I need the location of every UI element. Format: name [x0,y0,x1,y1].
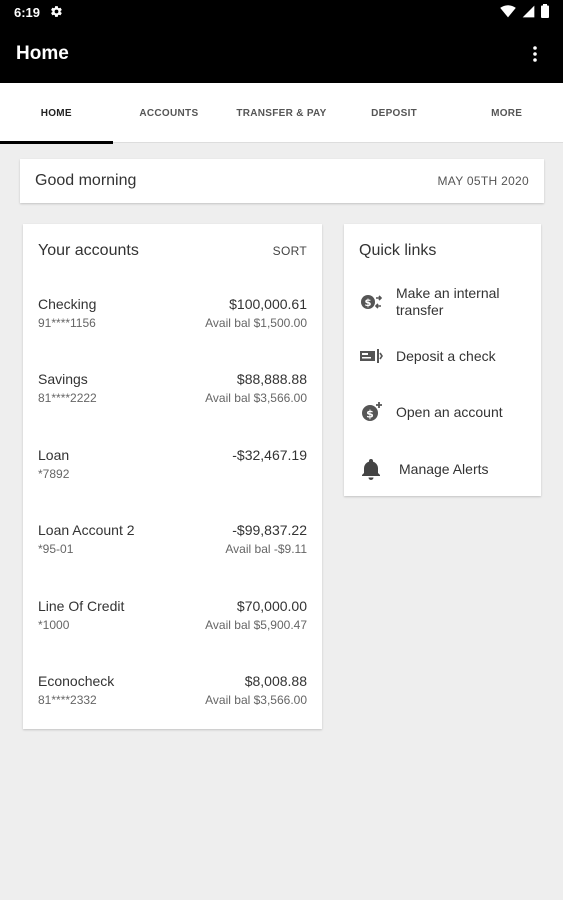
tab-label: MORE [491,107,523,119]
greeting-card: Good morning MAY 05TH 2020 [20,159,544,203]
svg-text:$: $ [365,298,372,309]
account-number: *95-01 [38,542,74,556]
quick-link-label: Deposit a check [396,347,496,364]
app-bar: Home [0,25,563,83]
svg-text:$: $ [366,408,374,421]
account-row-loan-account-2[interactable]: Loan Account 2 *95-01 -$99,837.22 Avail … [38,522,307,562]
tab-bar: HOME ACCOUNTS TRANSFER & PAY DEPOSIT MOR… [0,83,563,144]
account-number: *1000 [38,618,70,632]
accounts-title: Your accounts [38,242,139,259]
overflow-menu-icon[interactable] [523,42,547,66]
account-balance: -$99,837.22 [232,522,307,538]
account-available-balance: Avail bal -$9.11 [225,542,307,556]
quick-link-open-account[interactable]: $ Open an account [358,399,531,425]
quick-link-label: Make an internal transfer [396,285,500,318]
account-available-balance: Avail bal $3,566.00 [205,391,307,405]
tab-more[interactable]: MORE [450,83,563,143]
account-name: Line Of Credit [38,598,125,614]
account-name: Savings [38,371,88,387]
account-number: 81****2222 [38,391,97,405]
settings-gear-icon [50,5,63,21]
account-available-balance: Avail bal $1,500.00 [205,316,307,330]
quick-link-label: Open an account [396,403,503,420]
status-bar: 6:19 [0,0,563,25]
tab-transfer-pay[interactable]: TRANSFER & PAY [225,83,338,143]
bell-icon [358,456,384,482]
tab-label: ACCOUNTS [139,107,199,119]
quick-link-manage-alerts[interactable]: Manage Alerts [358,456,531,482]
quick-links-card: Quick links $ Make an internal transfer … [344,224,541,496]
page-title: Home [16,43,69,64]
account-available-balance: Avail bal $3,566.00 [205,693,307,707]
quick-link-internal-transfer[interactable]: $ Make an internal transfer [358,285,531,319]
account-row-econocheck[interactable]: Econocheck 81****2332 $8,008.88 Avail ba… [38,673,307,713]
greeting-text: Good morning [35,172,137,189]
tab-label: TRANSFER & PAY [236,107,327,119]
account-balance: $100,000.61 [229,296,307,312]
account-balance: $8,008.88 [244,673,307,689]
quick-links-title: Quick links [359,242,437,259]
check-deposit-icon [358,343,384,369]
signal-icon [522,5,535,21]
accounts-card: Your accounts SORT Checking 91****1156 $… [23,224,322,729]
account-row-line-of-credit[interactable]: Line Of Credit *1000 $70,000.00 Avail ba… [38,598,307,638]
tab-accounts[interactable]: ACCOUNTS [113,83,226,143]
wifi-icon [500,4,516,21]
tab-deposit[interactable]: DEPOSIT [338,83,451,143]
account-balance: $88,888.88 [236,371,307,387]
account-row-checking[interactable]: Checking 91****1156 $100,000.61 Avail ba… [38,296,307,336]
tab-home[interactable]: HOME [0,83,113,144]
quick-link-label: Manage Alerts [399,460,489,477]
tab-label: DEPOSIT [371,107,418,119]
account-number: 91****1156 [38,316,96,330]
sort-button[interactable]: SORT [273,244,307,258]
account-number: *7892 [38,467,70,481]
open-account-icon: $ [358,399,384,425]
account-available-balance: Avail bal $5,900.47 [205,618,307,632]
tab-label: HOME [40,107,72,119]
account-number: 81****2332 [38,693,97,707]
account-name: Loan [38,447,70,463]
status-time: 6:19 [14,5,41,20]
greeting-date: MAY 05TH 2020 [437,174,529,188]
battery-icon [541,4,549,21]
account-balance: $70,000.00 [236,598,307,614]
account-name: Loan Account 2 [38,522,135,538]
transfer-icon: $ [358,289,384,315]
account-name: Checking [38,296,97,312]
account-balance: -$32,467.19 [232,447,307,463]
account-row-loan[interactable]: Loan *7892 -$32,467.19 [38,447,307,487]
quick-link-deposit-check[interactable]: Deposit a check [358,343,531,369]
account-row-savings[interactable]: Savings 81****2222 $88,888.88 Avail bal … [38,371,307,411]
account-name: Econocheck [38,673,115,689]
